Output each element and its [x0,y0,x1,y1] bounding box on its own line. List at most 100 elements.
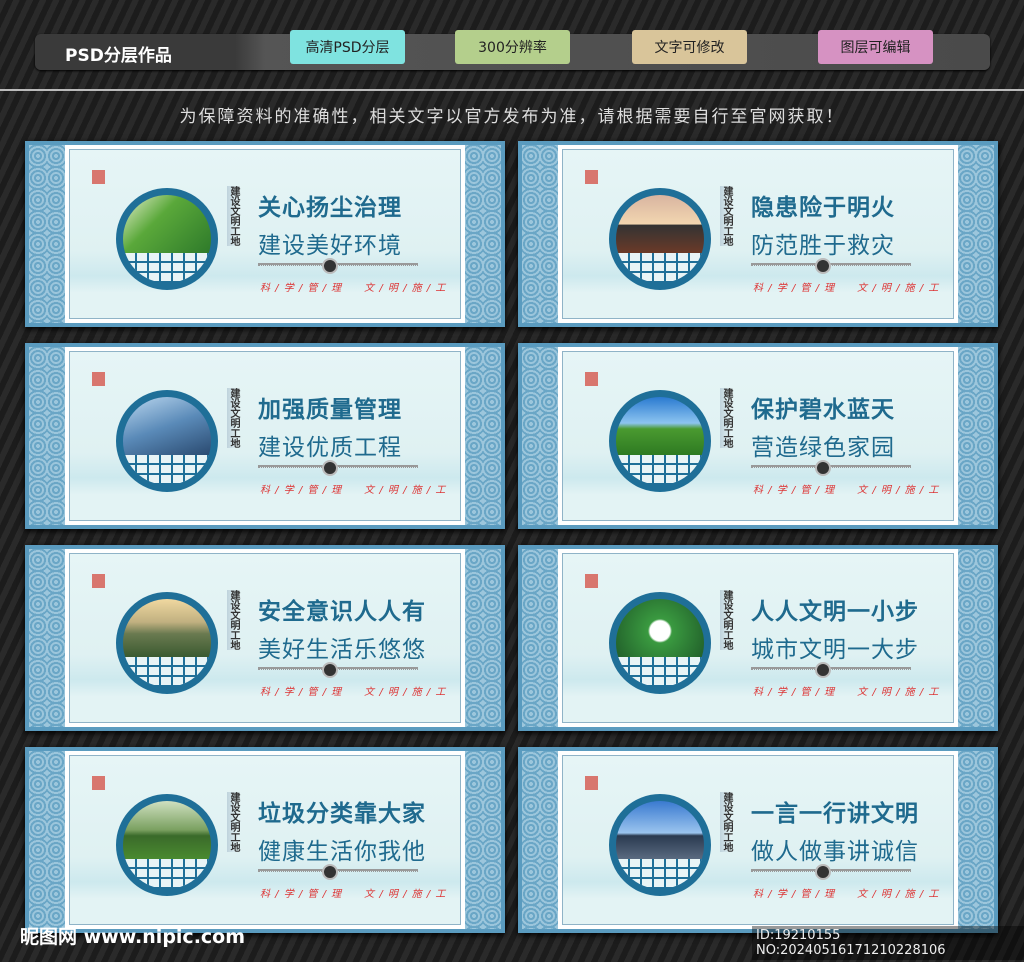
slogan: 科 / 学 / 管 / 理 文 / 明 / 施 / 工 [753,283,940,294]
lattice-pattern [616,657,704,687]
pattern-border [29,751,65,929]
bronze-emblem-icon [322,258,338,274]
subheadline: 城市文明一大步 [751,637,919,663]
headline: 隐患险于明火 [751,195,895,221]
tag-editable-layers: 图层可编辑 [818,30,933,64]
subheadline: 建设优质工程 [258,435,402,461]
poster-panel: 建设文明工地 安全意识人人有 美好生活乐悠悠 科 / 学 / 管 / 理 文 /… [25,545,505,731]
poster-panel: 建设文明工地 一言一行讲文明 做人做事讲诚信 科 / 学 / 管 / 理 文 /… [518,747,998,933]
headline: 关心扬尘治理 [258,195,402,221]
subheadline: 防范胜于救灾 [751,233,895,259]
lattice-pattern [123,455,211,485]
bronze-emblem-icon [815,662,831,678]
photo [123,195,211,254]
watermark-logo: 昵图网 www.nipic.com [20,926,246,948]
poster-panel: 建设文明工地 隐患险于明火 防范胜于救灾 科 / 学 / 管 / 理 文 / 明… [518,141,998,327]
photo [616,801,704,860]
poster-frame: 建设文明工地 人人文明一小步 城市文明一大步 科 / 学 / 管 / 理 文 /… [558,549,958,727]
poster-panel: 建设文明工地 垃圾分类靠大家 健康生活你我他 科 / 学 / 管 / 理 文 /… [25,747,505,933]
lattice-pattern [616,859,704,889]
poster-panel: 建设文明工地 人人文明一小步 城市文明一大步 科 / 学 / 管 / 理 文 /… [518,545,998,731]
vertical-label: 建设文明工地 [227,792,239,852]
headline: 保护碧水蓝天 [751,397,895,423]
pattern-border [29,145,65,323]
round-window-image [609,794,711,896]
pattern-border [958,145,994,323]
ornament-divider [258,263,418,266]
vertical-label: 建设文明工地 [227,186,239,246]
seal-stamp [92,372,105,386]
subheadline: 做人做事讲诚信 [751,839,919,865]
poster-paper: 建设文明工地 加强质量管理 建设优质工程 科 / 学 / 管 / 理 文 / 明… [69,351,461,521]
poster-paper: 建设文明工地 一言一行讲文明 做人做事讲诚信 科 / 学 / 管 / 理 文 /… [562,755,954,925]
seal-stamp [585,776,598,790]
watermark-id: ID:19210155 NO:20240516171210228106 [752,926,1024,960]
round-window-image [609,188,711,290]
seal-stamp [585,574,598,588]
photo [123,599,211,658]
seal-stamp [92,776,105,790]
ornament-divider [258,465,418,468]
lattice-pattern [616,455,704,485]
pattern-border [522,347,558,525]
poster-panel: 建设文明工地 保护碧水蓝天 营造绿色家园 科 / 学 / 管 / 理 文 / 明… [518,343,998,529]
lattice-pattern [123,657,211,687]
poster-panel: 建设文明工地 关心扬尘治理 建设美好环境 科 / 学 / 管 / 理 文 / 明… [25,141,505,327]
pattern-border [522,751,558,929]
ornament-divider [751,869,911,872]
seal-stamp [92,574,105,588]
pattern-border [29,347,65,525]
round-window-image [116,592,218,694]
poster-frame: 建设文明工地 安全意识人人有 美好生活乐悠悠 科 / 学 / 管 / 理 文 /… [65,549,465,727]
bronze-emblem-icon [322,662,338,678]
ornament-divider [258,667,418,670]
poster-paper: 建设文明工地 关心扬尘治理 建设美好环境 科 / 学 / 管 / 理 文 / 明… [69,149,461,319]
bronze-emblem-icon [815,864,831,880]
ornament-divider [258,869,418,872]
pattern-border [958,347,994,525]
vertical-label: 建设文明工地 [720,186,732,246]
pattern-border [465,145,501,323]
poster-frame: 建设文明工地 一言一行讲文明 做人做事讲诚信 科 / 学 / 管 / 理 文 /… [558,751,958,929]
poster-frame: 建设文明工地 加强质量管理 建设优质工程 科 / 学 / 管 / 理 文 / 明… [65,347,465,525]
subheadline: 营造绿色家园 [751,435,895,461]
poster-panel: 建设文明工地 加强质量管理 建设优质工程 科 / 学 / 管 / 理 文 / 明… [25,343,505,529]
vertical-label: 建设文明工地 [720,590,732,650]
tag-psd: 高清PSD分层 [290,30,405,64]
notice-text: 为保障资料的准确性，相关文字以官方发布为准，请根据需要自行至官网获取！ [179,107,845,127]
lattice-pattern [123,253,211,283]
headline: 一言一行讲文明 [751,801,919,827]
pattern-border [465,347,501,525]
poster-paper: 建设文明工地 保护碧水蓝天 营造绿色家园 科 / 学 / 管 / 理 文 / 明… [562,351,954,521]
slogan: 科 / 学 / 管 / 理 文 / 明 / 施 / 工 [753,889,940,900]
seal-stamp [92,170,105,184]
photo [123,801,211,860]
round-window-image [116,188,218,290]
subheadline: 美好生活乐悠悠 [258,637,426,663]
round-window-image [116,794,218,896]
seal-stamp [585,372,598,386]
poster-frame: 建设文明工地 垃圾分类靠大家 健康生活你我他 科 / 学 / 管 / 理 文 /… [65,751,465,929]
poster-frame: 建设文明工地 隐患险于明火 防范胜于救灾 科 / 学 / 管 / 理 文 / 明… [558,145,958,323]
banner-title: PSD分层作品 [65,46,172,66]
vertical-label: 建设文明工地 [227,590,239,650]
photo [123,397,211,456]
photo [616,397,704,456]
poster-paper: 建设文明工地 隐患险于明火 防范胜于救灾 科 / 学 / 管 / 理 文 / 明… [562,149,954,319]
bronze-emblem-icon [815,460,831,476]
pattern-border [29,549,65,727]
slogan: 科 / 学 / 管 / 理 文 / 明 / 施 / 工 [753,687,940,698]
round-window-image [116,390,218,492]
bronze-emblem-icon [322,864,338,880]
poster-paper: 建设文明工地 垃圾分类靠大家 健康生活你我他 科 / 学 / 管 / 理 文 /… [69,755,461,925]
bronze-emblem-icon [815,258,831,274]
vertical-label: 建设文明工地 [227,388,239,448]
poster-paper: 建设文明工地 安全意识人人有 美好生活乐悠悠 科 / 学 / 管 / 理 文 /… [69,553,461,723]
pattern-border [465,549,501,727]
subheadline: 健康生活你我他 [258,839,426,865]
pattern-border [522,549,558,727]
headline: 加强质量管理 [258,397,402,423]
slogan: 科 / 学 / 管 / 理 文 / 明 / 施 / 工 [260,485,447,496]
lattice-pattern [616,253,704,283]
divider [0,89,1024,91]
